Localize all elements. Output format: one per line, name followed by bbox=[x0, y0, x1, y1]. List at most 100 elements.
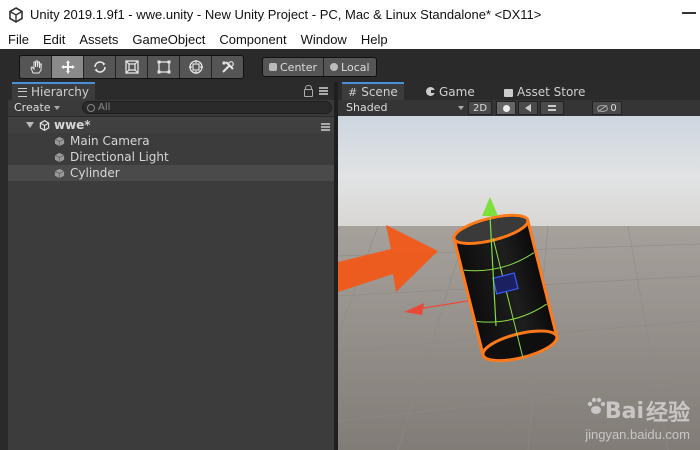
scene-audio-button[interactable] bbox=[518, 101, 538, 115]
move-tool-button[interactable] bbox=[52, 56, 84, 78]
scale-tool-button[interactable] bbox=[116, 56, 148, 78]
menu-assets[interactable]: Assets bbox=[79, 32, 118, 47]
fold-arrow-icon[interactable] bbox=[26, 122, 34, 128]
object-name: Cylinder bbox=[70, 166, 120, 180]
watermark-brand: Bai 经验 bbox=[585, 395, 690, 427]
hierarchy-tab-icons bbox=[304, 85, 328, 97]
scale-icon bbox=[124, 60, 139, 74]
watermark-brand-left: Bai bbox=[604, 398, 644, 424]
search-placeholder: All bbox=[98, 102, 111, 113]
transform-tools bbox=[19, 55, 244, 79]
watermark-brand-right: 经验 bbox=[645, 401, 690, 426]
lock-icon[interactable] bbox=[304, 85, 313, 97]
baidu-watermark: Bai 经验 jingyan.baidu.com bbox=[585, 395, 690, 442]
scene-lighting-button[interactable] bbox=[496, 101, 516, 115]
speaker-icon bbox=[525, 104, 531, 112]
menu-bar: File Edit Assets GameObject Component Wi… bbox=[0, 29, 700, 49]
cube-icon bbox=[54, 168, 65, 178]
hierarchy-search-input[interactable]: All bbox=[82, 101, 332, 114]
menu-gameobject[interactable]: GameObject bbox=[132, 32, 205, 47]
menu-edit[interactable]: Edit bbox=[43, 32, 65, 47]
chevron-down-icon bbox=[53, 105, 60, 110]
menu-help[interactable]: Help bbox=[361, 32, 388, 47]
scene-toolbar: Shaded 2D 0 bbox=[338, 100, 700, 117]
custom-tool-icon bbox=[221, 61, 234, 73]
rotate-icon bbox=[93, 61, 106, 73]
list-item[interactable]: Main Camera bbox=[8, 133, 334, 149]
effects-stack-icon bbox=[548, 105, 556, 111]
store-bag-icon bbox=[504, 88, 513, 97]
space-local-button[interactable]: Local bbox=[324, 58, 376, 76]
rect-tool-button[interactable] bbox=[148, 56, 180, 78]
unity-logo-icon bbox=[9, 6, 23, 23]
scene-effects-button[interactable] bbox=[540, 101, 564, 115]
tab-asset-store-label: Asset Store bbox=[517, 84, 586, 99]
title-bar: Unity 2019.1.9f1 - wwe.unity - New Unity… bbox=[0, 0, 700, 29]
move-icon bbox=[60, 60, 75, 74]
local-space-icon bbox=[330, 63, 339, 71]
main-toolbar: Center Local bbox=[0, 49, 700, 83]
pivot-toggle-group: Center Local bbox=[262, 57, 377, 77]
scene-menu-icon[interactable] bbox=[321, 123, 330, 131]
search-icon bbox=[87, 103, 95, 112]
tab-game-label: Game bbox=[439, 84, 475, 99]
pivot-center-label: Center bbox=[280, 60, 318, 74]
tab-scene-label: Scene bbox=[361, 85, 398, 99]
list-icon bbox=[18, 87, 27, 97]
scene-name: wwe* bbox=[54, 118, 91, 132]
hierarchy-panel: Hierarchy Create All wwe* Main Camera Di… bbox=[8, 82, 334, 450]
window-title: Unity 2019.1.9f1 - wwe.unity - New Unity… bbox=[30, 7, 542, 22]
paw-logo-icon bbox=[588, 397, 606, 414]
toggle-2d-button[interactable]: 2D bbox=[468, 101, 492, 115]
tab-hierarchy-label: Hierarchy bbox=[31, 85, 90, 99]
cube-icon bbox=[54, 152, 65, 162]
sky-background bbox=[338, 116, 700, 226]
hidden-objects-toggle[interactable]: 0 bbox=[592, 101, 622, 115]
menu-file[interactable]: File bbox=[8, 32, 29, 47]
rotate-tool-button[interactable] bbox=[84, 56, 116, 78]
eye-off-icon bbox=[597, 104, 609, 112]
create-label: Create bbox=[14, 101, 51, 114]
hand-icon bbox=[29, 60, 42, 74]
panel-menu-icon[interactable] bbox=[319, 87, 328, 95]
hierarchy-toolbar: Create All bbox=[8, 100, 334, 117]
hierarchy-tree: wwe* Main Camera Directional Light Cylin… bbox=[8, 117, 334, 181]
chevron-down-icon bbox=[458, 106, 464, 110]
shading-mode-label: Shaded bbox=[346, 101, 388, 114]
hidden-count: 0 bbox=[610, 102, 617, 114]
cube-icon bbox=[54, 136, 65, 146]
tab-hierarchy[interactable]: Hierarchy bbox=[12, 82, 96, 100]
hierarchy-tabbar: Hierarchy bbox=[8, 82, 334, 100]
unity-scene-icon bbox=[39, 119, 50, 131]
toggle-2d-label: 2D bbox=[472, 102, 488, 114]
hand-tool-button[interactable] bbox=[20, 56, 52, 78]
tab-game[interactable]: Game bbox=[420, 83, 481, 100]
menu-window[interactable]: Window bbox=[301, 32, 347, 47]
space-local-label: Local bbox=[341, 60, 370, 74]
scene-tabbar: # Scene Game Asset Store bbox=[338, 82, 700, 100]
pivot-icon bbox=[269, 63, 277, 71]
create-button[interactable]: Create bbox=[14, 101, 60, 114]
scene-viewport[interactable]: Bai 经验 jingyan.baidu.com bbox=[338, 116, 700, 450]
tab-asset-store[interactable]: Asset Store bbox=[498, 83, 591, 100]
rect-icon bbox=[157, 60, 170, 74]
scene-panel: # Scene Game Asset Store Shaded 2D 0 Bai… bbox=[338, 82, 700, 450]
shading-mode-select[interactable]: Shaded bbox=[346, 101, 464, 114]
tab-scene[interactable]: # Scene bbox=[342, 82, 404, 100]
left-edge-strip bbox=[0, 82, 8, 450]
list-item[interactable]: Cylinder bbox=[8, 165, 334, 181]
custom-tool-button[interactable] bbox=[212, 56, 243, 78]
object-name: Directional Light bbox=[70, 150, 169, 164]
watermark-url: jingyan.baidu.com bbox=[585, 427, 690, 442]
lightbulb-icon bbox=[502, 104, 510, 112]
menu-component[interactable]: Component bbox=[219, 32, 286, 47]
list-item[interactable]: Directional Light bbox=[8, 149, 334, 165]
pivot-center-button[interactable]: Center bbox=[263, 58, 325, 76]
object-name: Main Camera bbox=[70, 134, 150, 148]
transform-icon bbox=[188, 60, 203, 74]
minimize-icon[interactable] bbox=[682, 12, 696, 14]
transform-tool-button[interactable] bbox=[180, 56, 212, 78]
grid-icon: # bbox=[348, 85, 358, 99]
scene-row[interactable]: wwe* bbox=[8, 117, 334, 133]
game-icon bbox=[426, 87, 436, 96]
